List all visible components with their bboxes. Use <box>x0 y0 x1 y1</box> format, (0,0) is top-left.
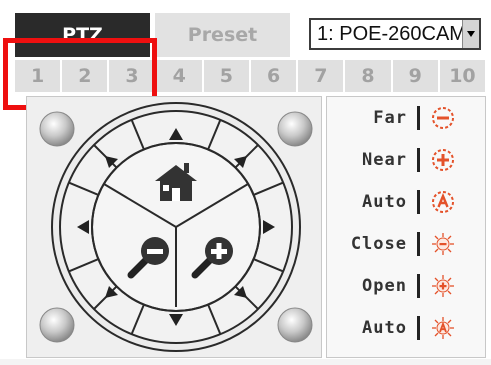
chevron-down-icon <box>467 31 475 37</box>
corner-knob-bottom-right <box>277 307 313 343</box>
camera-select-value: 1: POE-260CAM <box>317 22 462 45</box>
camera-select[interactable]: 1: POE-260CAM <box>309 18 481 50</box>
separator <box>417 316 420 340</box>
zoom-far-icon[interactable] <box>430 105 456 131</box>
preset-number-10[interactable]: 10 <box>440 60 485 92</box>
zoom-auto-row[interactable]: Auto <box>327 184 485 220</box>
iris-auto-label: Auto <box>362 318 407 338</box>
iris-open-row[interactable]: Open <box>327 268 485 304</box>
iris-open-label: Open <box>362 276 407 296</box>
iris-close-label: Close <box>350 234 407 254</box>
corner-knob-top-left <box>39 111 75 147</box>
tab-preset[interactable]: Preset <box>155 13 290 57</box>
dropdown-button[interactable] <box>462 20 479 48</box>
separator <box>417 232 420 256</box>
preset-number-7[interactable]: 7 <box>298 60 346 92</box>
zoom-far-row[interactable]: Far <box>327 100 485 136</box>
zoom-near-label: Near <box>362 150 407 170</box>
preset-number-1[interactable]: 1 <box>15 60 63 92</box>
tab-ptz-label: PTZ <box>62 24 103 46</box>
preset-number-bar: 1 2 3 4 5 6 7 8 9 10 <box>15 60 485 92</box>
separator <box>417 190 420 214</box>
preset-number-8[interactable]: 8 <box>345 60 393 92</box>
iris-auto-icon[interactable] <box>430 315 456 341</box>
preset-number-4[interactable]: 4 <box>157 60 204 92</box>
preset-number-6[interactable]: 6 <box>251 60 299 92</box>
preset-number-2[interactable]: 2 <box>62 60 110 92</box>
zoom-auto-icon[interactable] <box>430 189 456 215</box>
preset-number-5[interactable]: 5 <box>204 60 252 92</box>
preset-number-9[interactable]: 9 <box>393 60 440 92</box>
zoom-far-label: Far <box>373 108 407 128</box>
iris-close-icon[interactable] <box>430 231 456 257</box>
ptz-dial <box>39 102 313 352</box>
bottom-divider <box>0 359 491 365</box>
zoom-near-icon[interactable] <box>430 147 456 173</box>
corner-knob-top-right <box>277 111 313 147</box>
separator <box>417 148 420 172</box>
iris-auto-row[interactable]: Auto <box>327 310 485 346</box>
tab-preset-label: Preset <box>187 24 258 46</box>
ptz-direction-panel <box>26 96 322 358</box>
camera-control-panel: Far Near Auto Close Open Auto <box>326 96 486 358</box>
separator <box>417 274 420 298</box>
separator <box>417 106 420 130</box>
zoom-near-row[interactable]: Near <box>327 142 485 178</box>
preset-number-3[interactable]: 3 <box>109 60 157 92</box>
tab-ptz[interactable]: PTZ <box>15 13 150 57</box>
corner-knob-bottom-left <box>39 307 75 343</box>
zoom-auto-label: Auto <box>362 192 407 212</box>
iris-open-icon[interactable] <box>430 273 456 299</box>
iris-close-row[interactable]: Close <box>327 226 485 262</box>
